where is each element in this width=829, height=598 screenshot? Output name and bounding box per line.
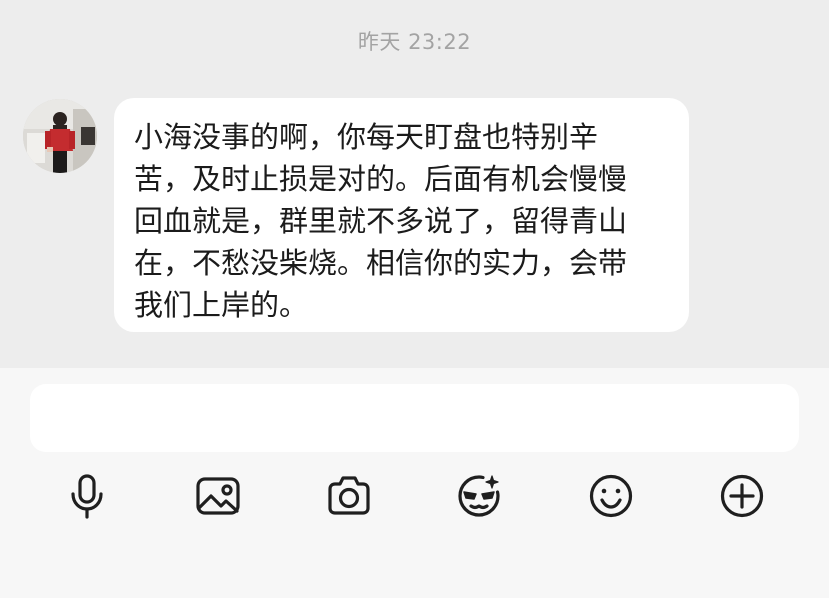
plus-icon[interactable] bbox=[718, 472, 766, 520]
camera-icon[interactable] bbox=[325, 472, 373, 520]
image-icon[interactable] bbox=[194, 472, 242, 520]
message-input[interactable] bbox=[30, 384, 799, 452]
message-timestamp: 昨天 23:22 bbox=[357, 30, 472, 54]
emoji-icon[interactable] bbox=[587, 472, 635, 520]
avatar[interactable] bbox=[23, 99, 97, 173]
message-text-line: 回血就是，群里就不多说了，留得青山 bbox=[134, 204, 628, 238]
input-panel bbox=[0, 368, 829, 598]
sticker-icon[interactable] bbox=[455, 472, 503, 520]
avatar-photo bbox=[23, 99, 97, 173]
message-text-line: 我们上岸的。 bbox=[134, 288, 309, 322]
chat-area: 昨天 23:22 小海没事的啊，你每天盯盘也特别辛 苦，及时止损是对的。后面有机… bbox=[0, 0, 829, 368]
message-text-line: 苦，及时止损是对的。后面有机会慢慢 bbox=[134, 162, 628, 196]
message-bubble[interactable]: 小海没事的啊，你每天盯盘也特别辛 苦，及时止损是对的。后面有机会慢慢 回血就是，… bbox=[114, 98, 689, 332]
message-text-line: 在，不愁没柴烧。相信你的实力，会带 bbox=[134, 246, 628, 280]
microphone-icon[interactable] bbox=[63, 472, 111, 520]
message-text-line: 小海没事的啊，你每天盯盘也特别辛 bbox=[134, 120, 599, 154]
